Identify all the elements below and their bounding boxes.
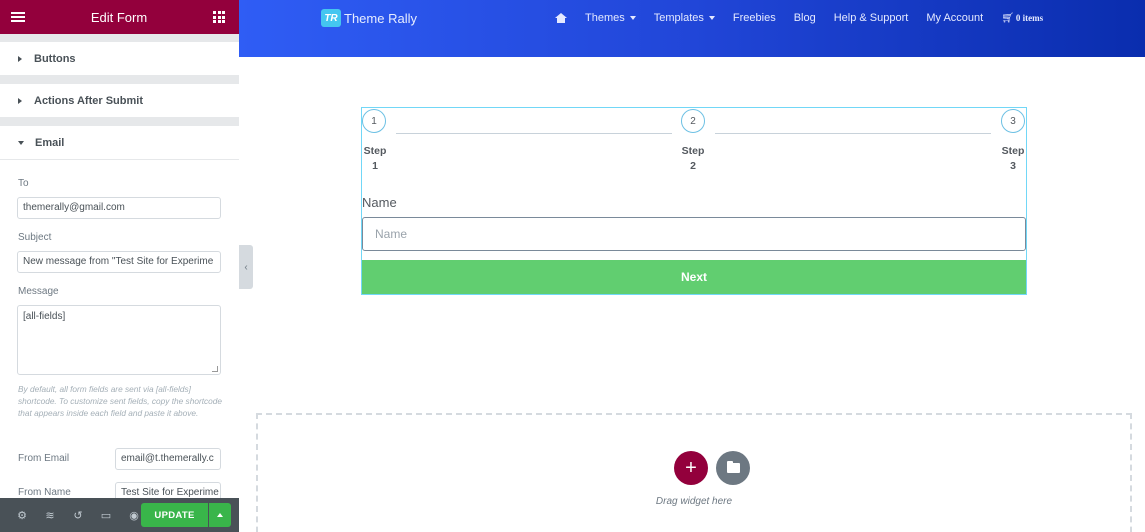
nav-themes-label: Themes: [585, 12, 625, 24]
history-icon[interactable]: ↺: [64, 498, 92, 532]
chevron-down-icon: [629, 16, 636, 20]
name-field-label: Name: [362, 195, 397, 210]
logo-text: Theme Rally: [344, 10, 417, 26]
responsive-mode-icon[interactable]: ▭: [92, 498, 120, 532]
section-email[interactable]: Email: [0, 126, 239, 160]
section-actions-after-submit[interactable]: Actions After Submit: [0, 84, 239, 118]
subject-input[interactable]: New message from "Test Site for Experime: [17, 251, 221, 273]
next-button[interactable]: Next: [362, 260, 1026, 294]
nav-help-support[interactable]: Help & Support: [834, 12, 909, 24]
name-input[interactable]: Name: [362, 217, 1026, 251]
navigator-layers-icon[interactable]: ≋: [36, 498, 64, 532]
logo-badge: TR: [321, 9, 341, 27]
message-label: Message: [18, 286, 59, 297]
caret-right-icon: [18, 55, 22, 62]
to-input[interactable]: themerally@gmail.com: [17, 197, 221, 219]
plus-icon: +: [685, 457, 697, 479]
caret-up-icon: [217, 513, 223, 517]
chevron-left-icon: ‹: [244, 261, 248, 273]
step-1-label-number: 1: [372, 160, 378, 172]
panel-collapse-handle[interactable]: ‹: [239, 245, 253, 289]
from-email-label: From Email: [18, 453, 70, 464]
preview-canvas: TR Theme Rally Themes Templates Freebies…: [239, 0, 1145, 532]
step-divider: [396, 133, 672, 134]
home-icon: [555, 13, 567, 23]
multistep-form-widget[interactable]: 1 2 3 Step 1 Step 2 Step 3 Name Name Nex…: [361, 107, 1027, 295]
nav-blog[interactable]: Blog: [794, 12, 816, 24]
from-email-input[interactable]: email@t.themerally.c: [115, 448, 221, 470]
nav-themes[interactable]: Themes: [585, 12, 636, 24]
nav-freebies[interactable]: Freebies: [733, 12, 776, 24]
empty-section-dropzone[interactable]: + Drag widget here: [256, 413, 1132, 532]
drag-widget-hint: Drag widget here: [655, 496, 733, 507]
menu-icon[interactable]: [11, 12, 25, 22]
message-textarea[interactable]: [all-fields]: [17, 305, 221, 375]
step-3-label: Step 3: [1000, 144, 1026, 174]
panel-title: Edit Form: [90, 9, 148, 25]
widgets-grid-icon[interactable]: [213, 11, 225, 23]
nav-my-account[interactable]: My Account: [926, 12, 983, 24]
step-3-label-number: 3: [1010, 160, 1016, 172]
step-2-label-number: 2: [690, 160, 696, 172]
update-options-button[interactable]: [209, 503, 231, 527]
panel-header: Edit Form: [0, 0, 239, 34]
nav-templates-label: Templates: [653, 12, 704, 24]
caret-down-icon: [18, 140, 24, 145]
add-template-button[interactable]: [716, 451, 750, 485]
step-3-label-text: Step: [1001, 145, 1025, 157]
settings-gear-icon[interactable]: ⚙: [8, 498, 36, 532]
panel-footer: ⚙ ≋ ↺ ▭ ◉ UPDATE: [0, 498, 239, 532]
step-1-label: Step 1: [362, 144, 388, 174]
to-label: To: [18, 178, 29, 189]
caret-right-icon: [18, 97, 22, 104]
nav-cart[interactable]: 🛒︎ 0 items: [1001, 13, 1043, 24]
step-2-indicator[interactable]: 2: [681, 109, 705, 133]
section-buttons[interactable]: Buttons: [0, 42, 239, 76]
step-1-label-text: Step: [363, 145, 387, 157]
step-divider: [715, 133, 991, 134]
step-3-indicator[interactable]: 3: [1001, 109, 1025, 133]
site-header: TR Theme Rally Themes Templates Freebies…: [239, 0, 1145, 57]
section-actions-label: Actions After Submit: [34, 94, 143, 107]
step-1-indicator[interactable]: 1: [362, 109, 386, 133]
site-logo[interactable]: TR Theme Rally: [321, 9, 417, 27]
message-value: [all-fields]: [23, 311, 66, 322]
section-email-label: Email: [35, 136, 65, 149]
cart-icon: 🛒︎: [1001, 12, 1014, 24]
section-buttons-label: Buttons: [34, 52, 76, 65]
step-2-label: Step 2: [680, 144, 706, 174]
resize-grip-icon[interactable]: [212, 366, 218, 372]
subject-label: Subject: [18, 232, 52, 243]
update-button[interactable]: UPDATE: [141, 503, 208, 527]
step-2-label-text: Step: [681, 145, 705, 157]
site-nav: Themes Templates Freebies Blog Help & Su…: [555, 12, 1061, 24]
nav-home[interactable]: [555, 13, 567, 23]
add-section-button[interactable]: +: [674, 451, 708, 485]
message-help-text: By default, all form fields are sent via…: [18, 384, 222, 418]
folder-icon: [726, 461, 740, 473]
chevron-down-icon: [708, 16, 715, 20]
cart-count: 0 items: [1015, 13, 1044, 23]
nav-templates[interactable]: Templates: [654, 12, 715, 24]
editor-panel: Edit Form Buttons Actions After Submit E…: [0, 0, 239, 532]
from-name-label: From Name: [18, 487, 71, 498]
